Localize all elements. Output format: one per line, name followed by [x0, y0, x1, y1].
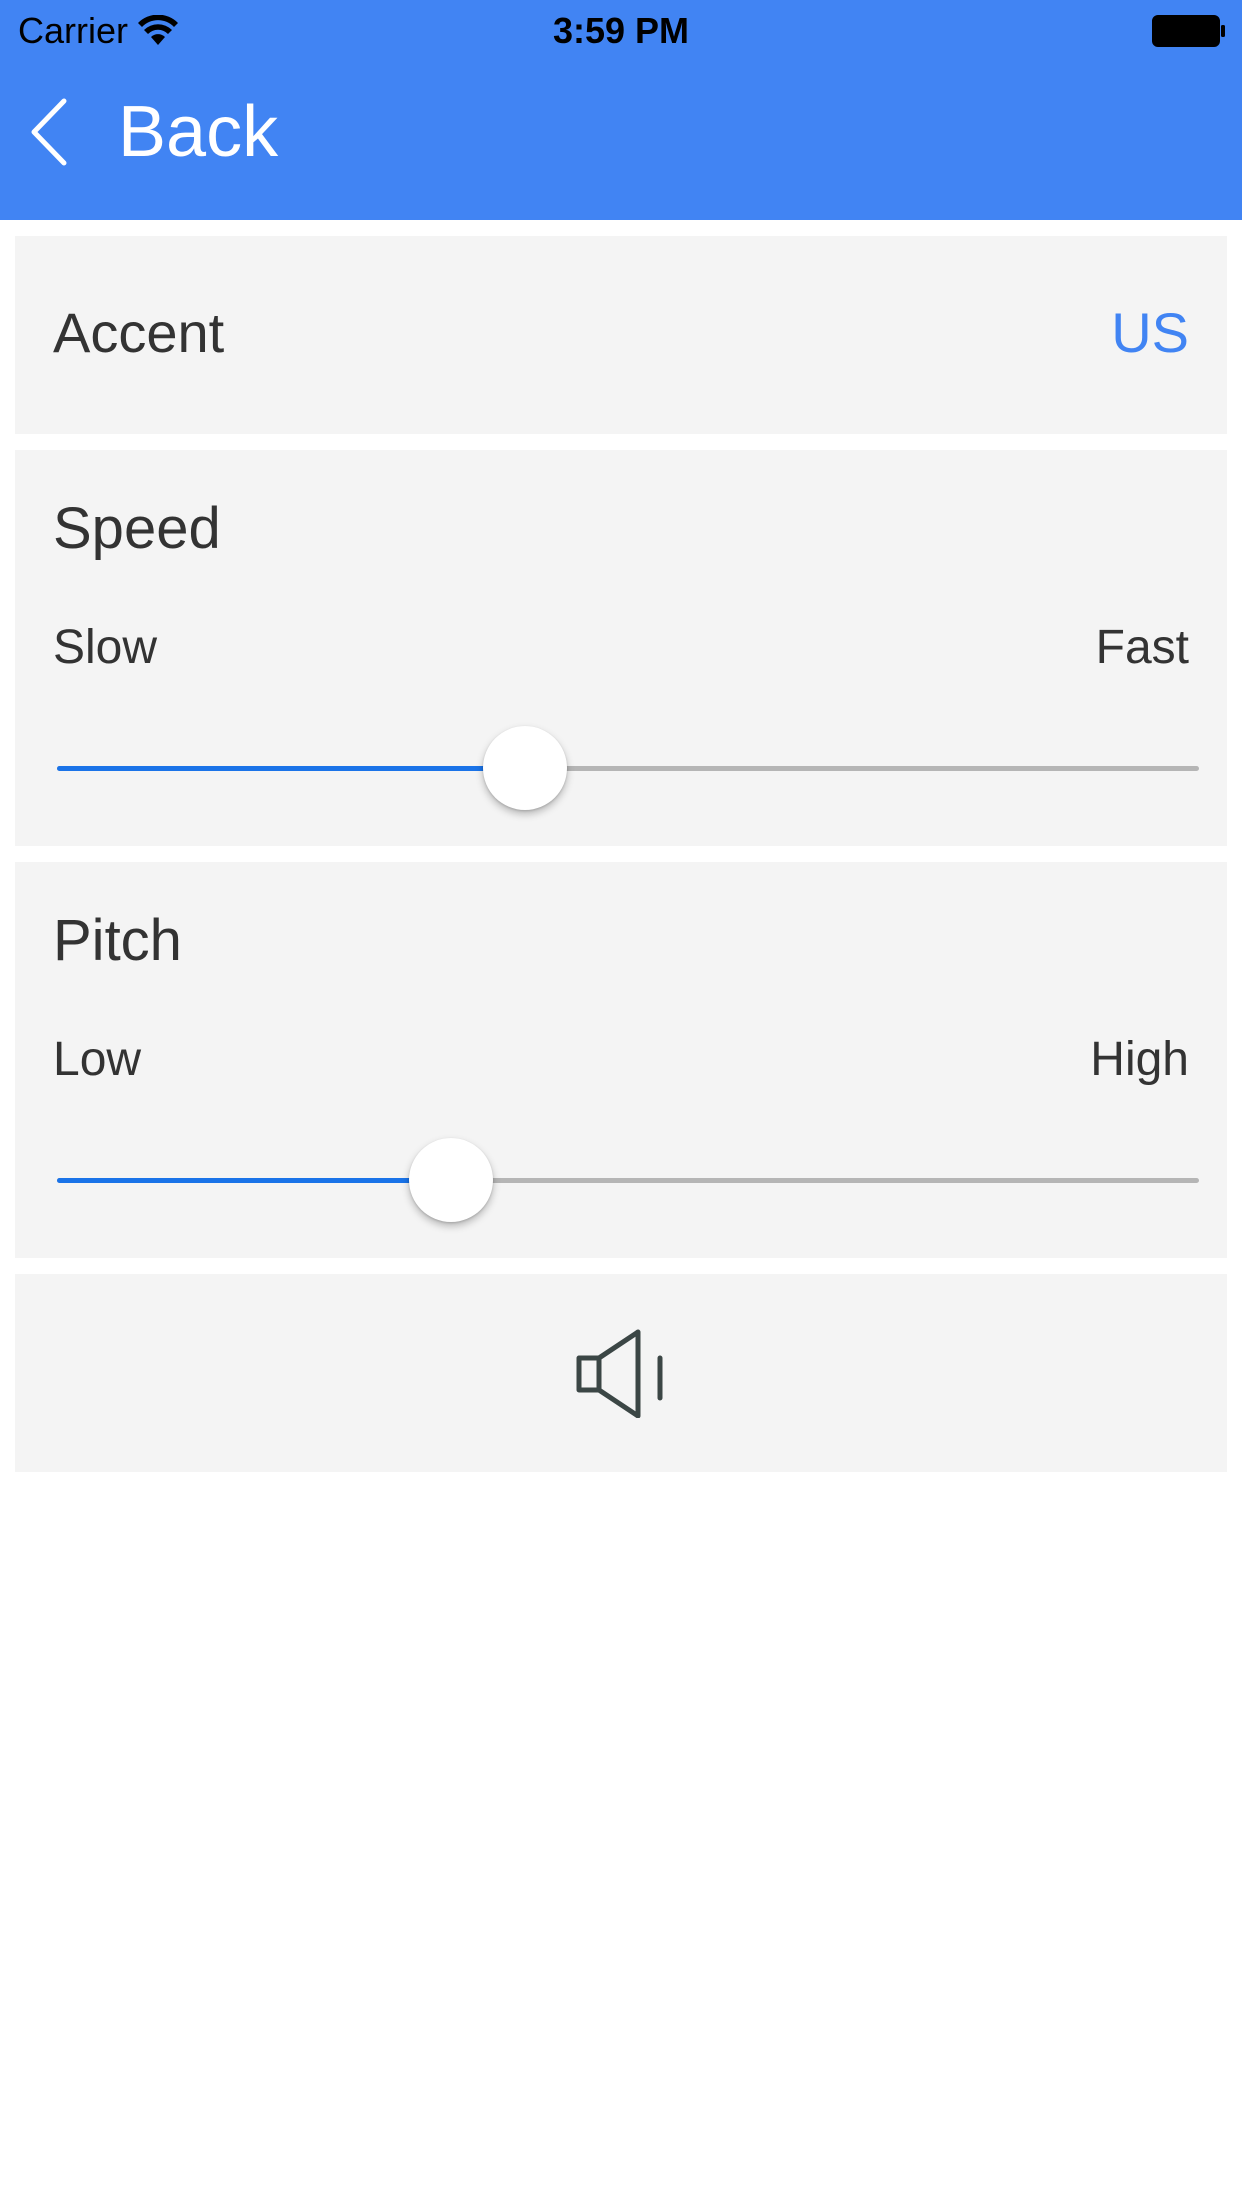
- speed-slider-fill: [57, 766, 526, 771]
- play-card: [15, 1274, 1227, 1472]
- navigation-bar: Back: [0, 62, 1242, 220]
- back-button[interactable]: Back: [28, 92, 278, 172]
- accent-value[interactable]: US: [1111, 298, 1189, 368]
- accent-row[interactable]: Accent US: [15, 236, 1227, 434]
- speaker-icon: [576, 1329, 663, 1418]
- back-label: Back: [118, 92, 279, 172]
- pitch-slider-thumb[interactable]: [408, 1138, 493, 1222]
- speed-min-label: Slow: [53, 621, 158, 674]
- speed-card: Speed Slow Fast: [15, 450, 1227, 846]
- speed-title: Speed: [53, 496, 221, 561]
- battery-icon: [1152, 15, 1225, 47]
- pitch-max-label: High: [1090, 1033, 1189, 1086]
- speed-slider[interactable]: [57, 726, 1199, 810]
- pitch-slider-fill: [57, 1178, 451, 1183]
- speed-max-label: Fast: [1095, 621, 1189, 674]
- pitch-min-label: Low: [53, 1033, 142, 1086]
- pitch-card: Pitch Low High: [15, 862, 1227, 1258]
- status-time: 3:59 PM: [552, 10, 690, 51]
- chevron-left-icon: [31, 98, 67, 166]
- play-sample-button[interactable]: [576, 1328, 666, 1418]
- pitch-slider[interactable]: [57, 1138, 1199, 1222]
- pitch-title: Pitch: [53, 908, 182, 973]
- app-header: Carrier 3:59 PM Back: [0, 0, 1242, 220]
- accent-label: Accent: [53, 301, 225, 364]
- speed-slider-thumb[interactable]: [483, 726, 568, 810]
- status-bar: Carrier 3:59 PM: [0, 0, 1242, 62]
